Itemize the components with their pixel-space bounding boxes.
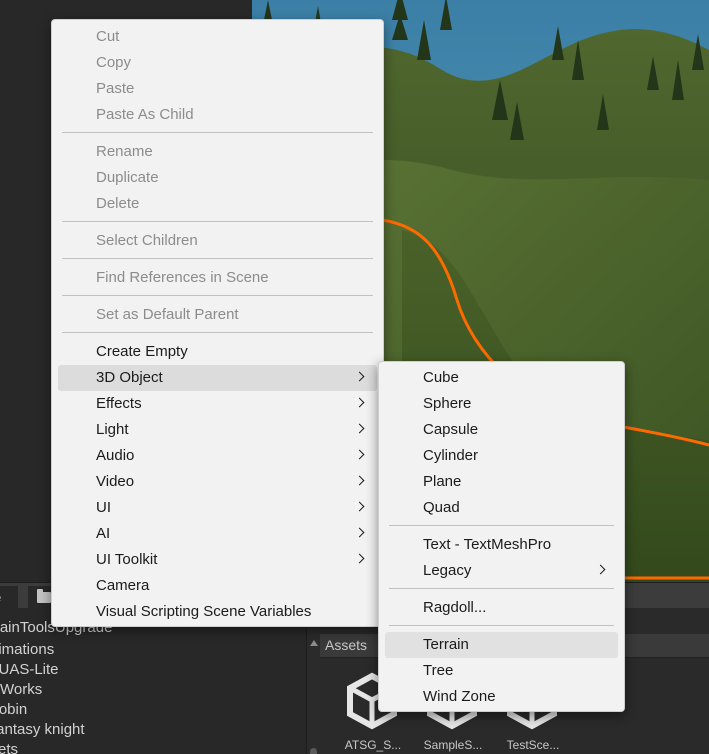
tree-item-fantasy-knight[interactable]: Fantasy knight [0, 720, 98, 740]
tree-item-juas-lite[interactable]: JUAS-Lite [0, 660, 68, 680]
menu-separator [62, 258, 373, 259]
submenu-item-tree[interactable]: Tree [385, 658, 618, 684]
menu-item-effects[interactable]: Effects [58, 391, 377, 417]
menu-item-camera[interactable]: Camera [58, 573, 377, 599]
menu-item-paste-as-child[interactable]: Paste As Child [58, 102, 377, 128]
menu-item-copy[interactable]: Copy [58, 50, 377, 76]
menu-separator [389, 525, 614, 526]
menu-separator [62, 132, 373, 133]
chevron-right-icon [354, 501, 365, 512]
hierarchy-context-menu: Cut Copy Paste Paste As Child Rename Dup… [51, 19, 384, 627]
menu-item-ui[interactable]: UI [58, 495, 377, 521]
menu-item-3d-object[interactable]: 3D Object [58, 365, 377, 391]
chevron-right-icon [354, 397, 365, 408]
asset-name: ATSG_S... [344, 738, 402, 752]
submenu-item-wind-zone[interactable]: Wind Zone [385, 684, 618, 710]
chevron-right-icon [354, 553, 365, 564]
menu-item-delete[interactable]: Delete [58, 191, 377, 217]
menu-item-paste[interactable]: Paste [58, 76, 377, 102]
menu-separator [389, 588, 614, 589]
menu-item-video[interactable]: Video [58, 469, 377, 495]
submenu-item-legacy[interactable]: Legacy [385, 558, 618, 584]
submenu-item-ragdoll[interactable]: Ragdoll... [385, 595, 618, 621]
menu-item-visual-scripting-scene-variables[interactable]: Visual Scripting Scene Variables [58, 599, 377, 625]
project-folder-tree: TerrainToolsUpgrade Animations JUAS-Lite… [0, 608, 306, 754]
menu-item-find-references[interactable]: Find References in Scene [58, 265, 377, 291]
chevron-right-icon [354, 371, 365, 382]
scroll-up-arrow-icon[interactable] [310, 640, 318, 646]
console-tab[interactable]: e [0, 586, 18, 609]
menu-item-select-children[interactable]: Select Children [58, 228, 377, 254]
menu-item-set-default-parent[interactable]: Set as Default Parent [58, 302, 377, 328]
submenu-item-text-textmeshpro[interactable]: Text - TextMeshPro [385, 532, 618, 558]
submenu-item-cube[interactable]: Cube [385, 365, 618, 391]
chevron-right-icon [354, 527, 365, 538]
submenu-item-terrain[interactable]: Terrain [385, 632, 618, 658]
menu-item-audio[interactable]: Audio [58, 443, 377, 469]
menu-item-ui-toolkit[interactable]: UI Toolkit [58, 547, 377, 573]
menu-item-create-empty[interactable]: Create Empty [58, 339, 377, 365]
menu-separator [62, 332, 373, 333]
menu-item-ai[interactable]: AI [58, 521, 377, 547]
chevron-right-icon [354, 449, 365, 460]
tree-item-animations[interactable]: Animations [0, 640, 74, 660]
tree-item-robin[interactable]: Robin [0, 700, 39, 720]
submenu-item-cylinder[interactable]: Cylinder [385, 443, 618, 469]
chevron-right-icon [354, 475, 365, 486]
chevron-right-icon [595, 564, 606, 575]
scroll-thumb[interactable] [310, 748, 317, 754]
menu-separator [62, 295, 373, 296]
submenu-item-quad[interactable]: Quad [385, 495, 618, 521]
3d-object-submenu: Cube Sphere Capsule Cylinder Plane Quad … [378, 361, 625, 712]
menu-separator [62, 221, 373, 222]
submenu-item-sphere[interactable]: Sphere [385, 391, 618, 417]
submenu-item-plane[interactable]: Plane [385, 469, 618, 495]
asset-name: SampleS... [423, 738, 483, 752]
tree-item-works[interactable]: Works [0, 680, 42, 700]
menu-item-rename[interactable]: Rename [58, 139, 377, 165]
assets-breadcrumb-label[interactable]: Assets [325, 637, 367, 653]
submenu-item-capsule[interactable]: Capsule [385, 417, 618, 443]
menu-item-duplicate[interactable]: Duplicate [58, 165, 377, 191]
folder-icon [37, 589, 51, 603]
tree-item-sets[interactable]: Sets [0, 740, 30, 754]
tree-scrollbar[interactable] [306, 608, 320, 754]
asset-name: TestSce... [506, 738, 560, 752]
menu-item-cut[interactable]: Cut [58, 24, 377, 50]
menu-item-light[interactable]: Light [58, 417, 377, 443]
menu-separator [389, 625, 614, 626]
chevron-right-icon [354, 423, 365, 434]
console-tab-label: e [0, 590, 1, 605]
